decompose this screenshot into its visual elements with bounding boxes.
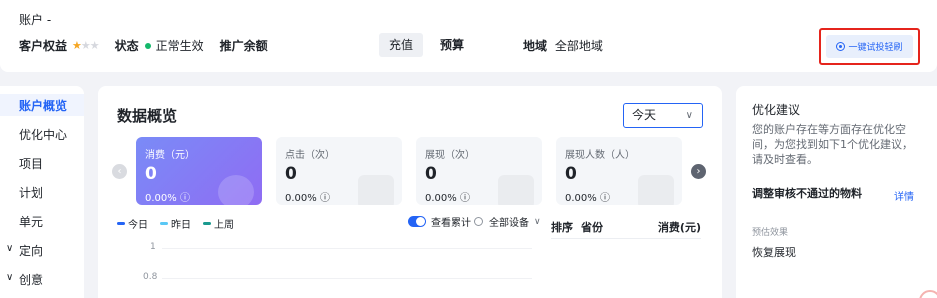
metric-card-impressions[interactable]: 展现（次） 0 0.00% ⓘ — [416, 137, 542, 205]
metric-title: 点击（次） — [285, 150, 335, 161]
status-value: 正常生效 — [155, 39, 204, 53]
carousel-next-button[interactable]: › — [691, 164, 706, 179]
one-click-try-button[interactable]: 一键试投轻刷 — [826, 35, 913, 58]
star-icon: ★ — [89, 39, 100, 52]
people-icon — [638, 175, 674, 205]
y-tick-label: 0.8 — [143, 272, 158, 282]
metric-card-cost[interactable]: 消费（元） 0 0.00% ⓘ — [136, 137, 262, 205]
region-value: 全部地域 — [554, 39, 603, 53]
rating-stars: ★★★ — [72, 39, 100, 52]
info-icon: ⓘ — [319, 193, 330, 204]
effect-label: 预估效果 — [752, 228, 789, 238]
date-range-select[interactable]: 今天 ∨ — [623, 103, 703, 128]
sidebar-item-project[interactable]: 项目 — [19, 155, 43, 172]
optimization-suggestions-panel: 优化建议 您的账户存在等方面存在优化空间，为您找到如下1个优化建议，请及时查看。… — [736, 86, 937, 298]
sidebar-item-targeting[interactable]: 定向 — [19, 242, 43, 259]
sidebar-item-unit[interactable]: 单元 — [19, 213, 43, 230]
cumulative-toggle[interactable] — [408, 216, 426, 227]
legend-today[interactable]: 今日 — [117, 216, 148, 231]
metric-title: 展现人数（人） — [565, 150, 635, 161]
legend-yesterday[interactable]: 昨日 — [160, 216, 191, 231]
info-icon: ⓘ — [179, 193, 190, 204]
metric-change: 0.00% ⓘ — [145, 189, 190, 204]
effect-value: 恢复展现 — [752, 246, 796, 259]
target-icon — [836, 42, 846, 51]
metric-change-value: 0.00% — [565, 193, 597, 204]
metric-card-clicks[interactable]: 点击（次） 0 0.00% ⓘ — [276, 137, 402, 205]
legend-label: 上周 — [214, 220, 234, 231]
overview-title: 数据概览 — [117, 107, 178, 125]
date-range-value: 今天 — [632, 108, 657, 122]
account-header: 账户 - 客户权益 ★★★ 状态 正常生效 推广余额 充值 预算 地域 全部地域… — [0, 0, 937, 72]
column-rank[interactable]: 排序 — [551, 219, 573, 235]
highlight-annotation: 一键试投轻刷 — [819, 28, 920, 65]
metric-value: 0 — [425, 164, 437, 184]
chevron-down-icon: ∨ — [6, 243, 14, 254]
chevron-left-icon: ‹ — [117, 166, 122, 177]
grid-line — [162, 278, 532, 279]
tab-recharge[interactable]: 充值 — [379, 33, 423, 57]
metric-title: 消费（元） — [145, 150, 195, 161]
star-icon: ★ — [72, 39, 82, 52]
column-province: 省份 — [581, 221, 603, 234]
chevron-down-icon: ∨ — [6, 272, 14, 283]
metric-title: 展现（次） — [425, 150, 475, 161]
suggestion-item-title: 调整审核不通过的物料 — [752, 187, 862, 200]
legend-swatch — [203, 222, 211, 225]
click-icon — [358, 175, 394, 205]
info-icon: ⓘ — [459, 193, 470, 204]
sidebar-item-optimization-center[interactable]: 优化中心 — [19, 126, 67, 143]
account-title: 账户 - — [19, 13, 52, 27]
chart-legend: 今日 昨日 上周 — [117, 216, 246, 231]
region-label: 地域 — [523, 39, 548, 53]
rights-label: 客户权益 — [19, 39, 68, 53]
legend-label: 昨日 — [171, 220, 191, 231]
column-cost[interactable]: 消费(元) — [658, 219, 701, 235]
metric-value: 0 — [285, 164, 297, 184]
star-icon: ★ — [80, 39, 91, 52]
metric-change-value: 0.00% — [285, 193, 317, 204]
region-info: 地域 全部地域 — [523, 37, 603, 54]
metric-card-reach[interactable]: 展现人数（人） 0 0.00% ⓘ — [556, 137, 682, 205]
info-icon — [474, 217, 483, 226]
suggestions-description: 您的账户存在等方面存在优化空间，为您找到如下1个优化建议，请及时查看。 — [752, 123, 913, 166]
sidebar-item-account-overview[interactable]: 账户概览 — [19, 97, 67, 114]
legend-label: 今日 — [128, 220, 148, 231]
promo-balance-label: 推广余额 — [219, 39, 268, 53]
display-icon — [498, 175, 534, 205]
legend-swatch — [160, 222, 168, 225]
metric-change: 0.00% ⓘ — [565, 189, 610, 204]
sidebar-item-plan[interactable]: 计划 — [19, 184, 43, 201]
cumulative-toggle-label: 查看累计 — [431, 218, 471, 229]
device-select[interactable]: 全部设备 — [489, 214, 529, 229]
legend-last-week[interactable]: 上周 — [203, 216, 234, 231]
legend-swatch — [117, 222, 125, 225]
grid-line — [162, 248, 532, 249]
info-icon: ⓘ — [599, 193, 610, 204]
y-tick-label: 1 — [150, 242, 156, 252]
data-overview-panel: 数据概览 今天 ∨ ‹ › 消费（元） 0 0.00% ⓘ 点击（次） 0 0.… — [98, 86, 722, 298]
sidebar-nav: 账户概览 优化中心 项目 计划 单元 ∨ 定向 ∨ 创意 — [0, 86, 84, 298]
one-click-try-label: 一键试投轻刷 — [848, 43, 903, 53]
status-dot-icon — [144, 42, 151, 49]
tab-budget[interactable]: 预算 — [440, 33, 464, 57]
metric-change: 0.00% ⓘ — [285, 189, 330, 204]
yen-icon — [218, 175, 254, 205]
metric-change-value: 0.00% — [425, 193, 457, 204]
chart-controls: 查看累计 全部设备 ∨ — [408, 214, 541, 229]
metric-change-value: 0.00% — [145, 193, 177, 204]
metric-change: 0.00% ⓘ — [425, 189, 470, 204]
divider — [551, 238, 701, 239]
carousel-prev-button[interactable]: ‹ — [112, 164, 127, 179]
chevron-right-icon: › — [696, 166, 701, 177]
account-meta-row: 客户权益 ★★★ 状态 正常生效 推广余额 — [19, 37, 268, 54]
chevron-down-icon: ∨ — [534, 216, 541, 227]
suggestions-title: 优化建议 — [752, 103, 801, 117]
chevron-down-icon: ∨ — [685, 110, 693, 121]
sidebar-item-creative[interactable]: 创意 — [19, 271, 43, 288]
metric-value: 0 — [145, 164, 157, 184]
suggestion-detail-link[interactable]: 详情 — [894, 188, 914, 203]
metric-value: 0 — [565, 164, 577, 184]
status-label: 状态 — [114, 39, 139, 53]
